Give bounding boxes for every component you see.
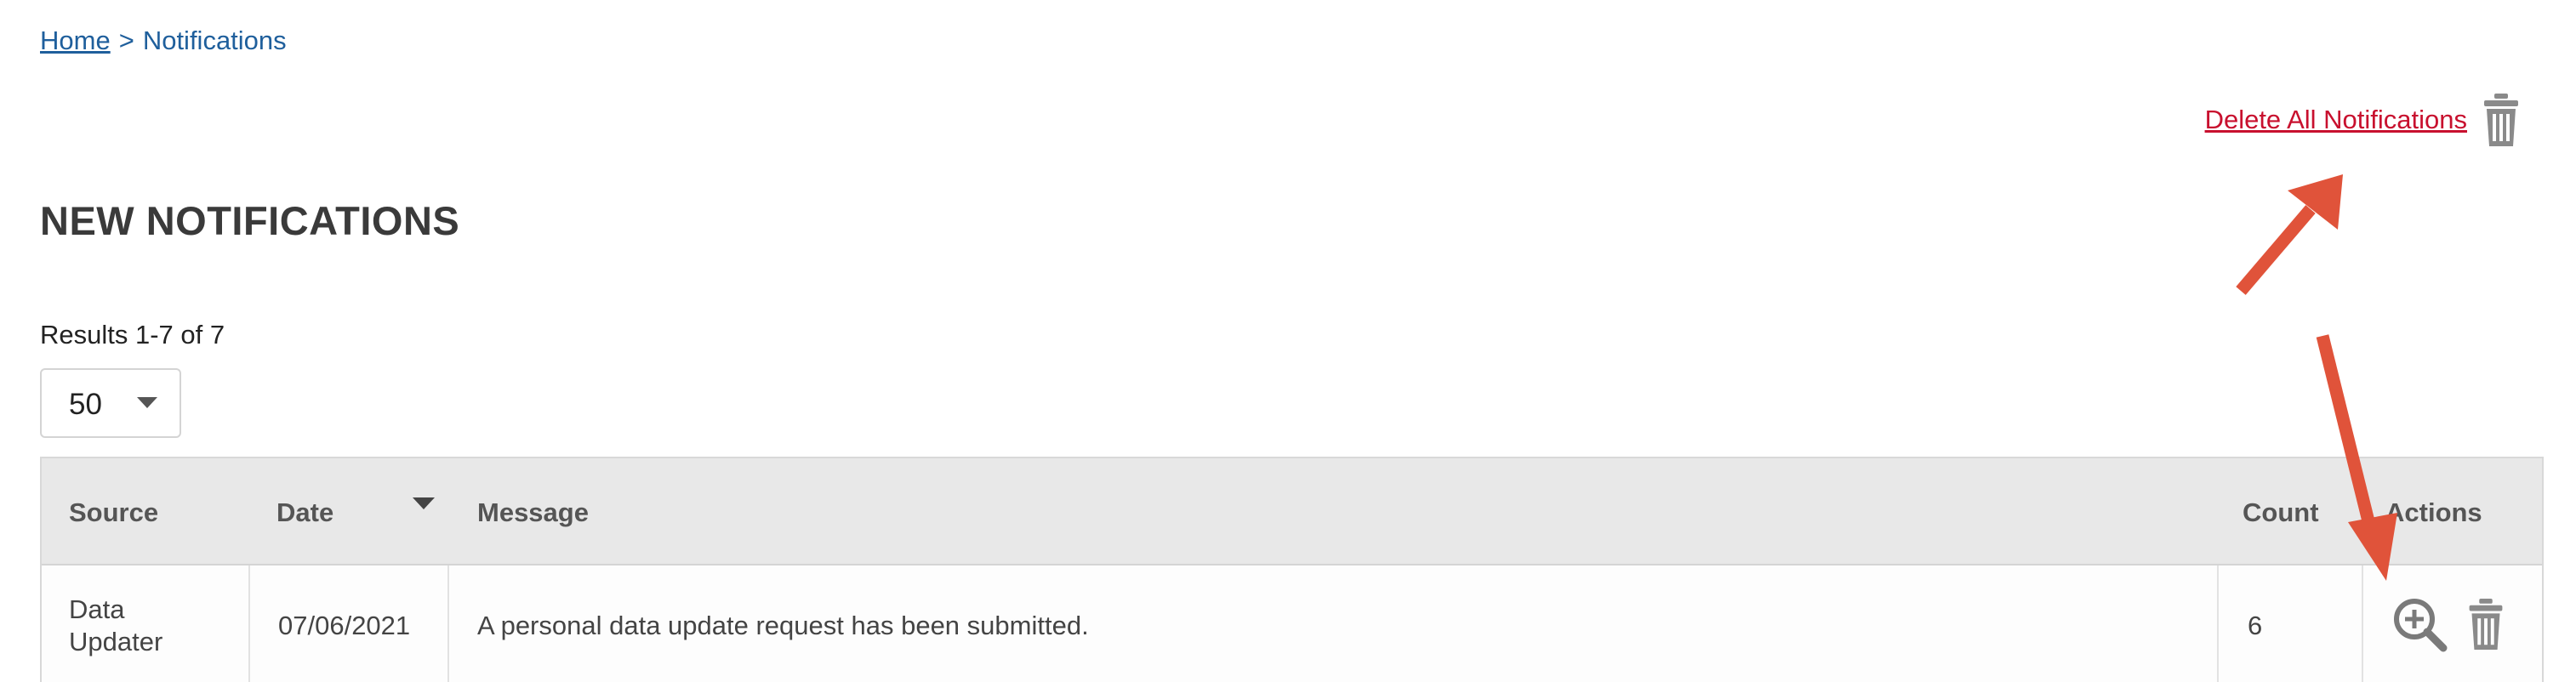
breadcrumb-separator: > xyxy=(118,26,134,55)
zoom-in-icon[interactable] xyxy=(2391,596,2448,656)
breadcrumb-current: Notifications xyxy=(142,26,287,55)
per-page-value: 50 xyxy=(69,388,102,421)
cell-source-line1: Data xyxy=(69,594,125,624)
cell-message: A personal data update request has been … xyxy=(477,611,1089,640)
results-count: Results 1-7 of 7 xyxy=(40,320,225,350)
notifications-table: Source Date Message Count Actions Data U… xyxy=(40,457,2544,682)
per-page-select[interactable]: 50 xyxy=(40,368,181,438)
cell-date: 07/06/2021 xyxy=(278,611,411,640)
column-header-date[interactable]: Date xyxy=(276,497,333,528)
column-divider xyxy=(2217,565,2219,682)
column-header-actions: Actions xyxy=(2385,497,2482,527)
annotation-arrow-up xyxy=(2236,174,2343,295)
trash-icon[interactable] xyxy=(2482,92,2520,148)
delete-all-container: Delete All Notifications xyxy=(2205,92,2520,148)
sort-desc-icon[interactable] xyxy=(413,497,435,509)
column-divider xyxy=(2362,565,2363,682)
delete-row-trash-icon[interactable] xyxy=(2466,597,2505,656)
page-title: NEW NOTIFICATIONS xyxy=(40,198,460,243)
breadcrumb: Home > Notifications xyxy=(40,26,287,56)
column-header-count[interactable]: Count xyxy=(2243,497,2319,528)
column-header-source[interactable]: Source xyxy=(69,497,158,528)
cell-count: 6 xyxy=(2248,611,2263,640)
table-row: Data Updater 07/06/2021 A personal data … xyxy=(42,565,2542,682)
delete-all-notifications-link[interactable]: Delete All Notifications xyxy=(2205,105,2467,135)
column-header-message[interactable]: Message xyxy=(477,497,589,528)
column-divider xyxy=(248,565,250,682)
chevron-down-icon xyxy=(137,397,157,408)
breadcrumb-home-link[interactable]: Home xyxy=(40,26,111,55)
table-header: Source Date Message Count Actions xyxy=(42,458,2542,565)
column-divider xyxy=(447,565,449,682)
row-actions xyxy=(2391,596,2505,656)
cell-source-line2: Updater xyxy=(69,627,163,656)
